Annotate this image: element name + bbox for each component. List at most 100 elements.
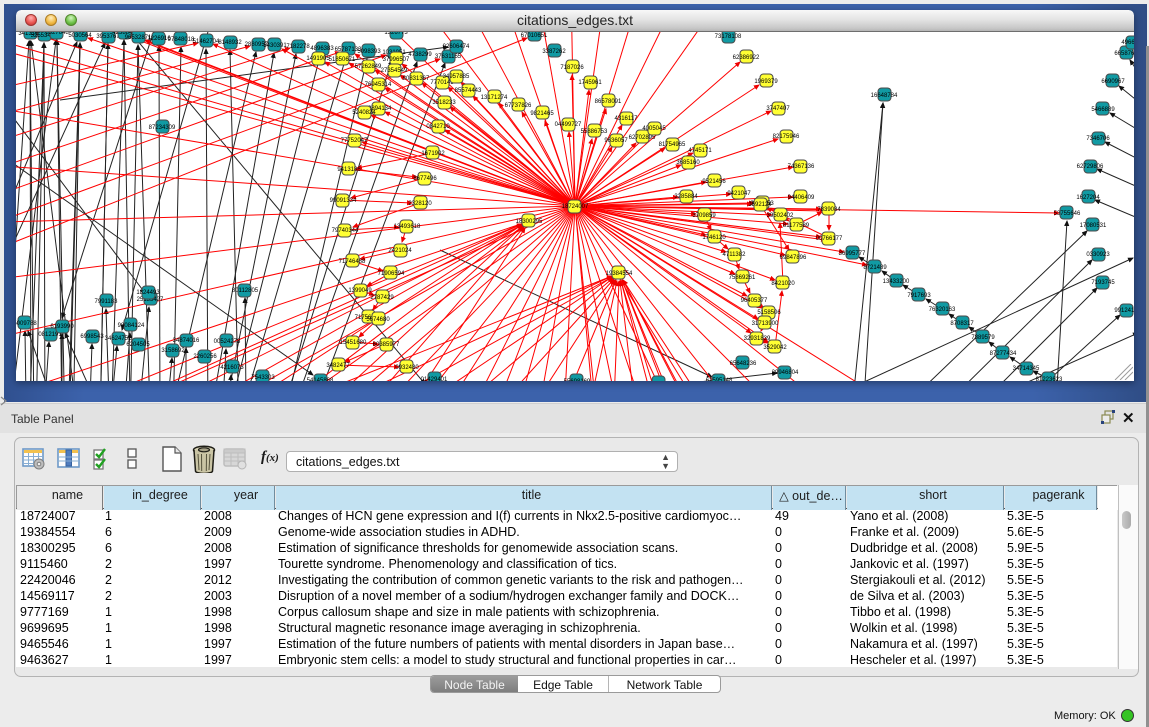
svg-text:62729806: 62729806 <box>1077 164 1104 170</box>
svg-text:62386922: 62386922 <box>733 55 760 61</box>
svg-text:6998543: 6998543 <box>80 334 104 340</box>
svg-text:81177589: 81177589 <box>783 223 810 229</box>
svg-text:71746488: 71746488 <box>339 259 366 265</box>
svg-text:00524278: 00524278 <box>214 339 241 345</box>
svg-text:37996507: 37996507 <box>383 57 410 63</box>
svg-text:4005045: 4005045 <box>642 126 666 132</box>
svg-text:60385977: 60385977 <box>373 342 400 348</box>
svg-text:1592124: 1592124 <box>748 202 772 208</box>
svg-text:7187026: 7187026 <box>560 65 584 71</box>
svg-text:29946804: 29946804 <box>772 370 799 376</box>
svg-text:99091334: 99091334 <box>330 198 357 204</box>
svg-text:0330923: 0330923 <box>1086 252 1110 258</box>
svg-text:96405377: 96405377 <box>741 298 768 304</box>
svg-text:7917693: 7917693 <box>907 293 931 299</box>
svg-text:17080531: 17080531 <box>1080 223 1107 229</box>
svg-text:87277434: 87277434 <box>990 351 1017 357</box>
svg-text:85574443: 85574443 <box>455 88 482 94</box>
svg-text:1491905: 1491905 <box>306 56 330 62</box>
svg-text:69847896: 69847896 <box>780 255 807 261</box>
svg-text:13433200: 13433200 <box>883 279 910 285</box>
svg-text:8327648: 8327648 <box>45 32 69 36</box>
svg-text:1326773: 1326773 <box>384 32 408 36</box>
svg-text:2260256: 2260256 <box>193 354 217 360</box>
svg-text:13171274: 13171274 <box>481 95 508 101</box>
svg-text:4745171: 4745171 <box>688 148 712 154</box>
svg-text:8148932: 8148932 <box>218 40 242 46</box>
svg-text:02606474: 02606474 <box>443 44 470 50</box>
svg-text:5158506: 5158506 <box>757 310 781 316</box>
svg-text:8708317: 8708317 <box>950 321 974 327</box>
svg-text:94406409: 94406409 <box>788 195 815 201</box>
svg-text:5240824: 5240824 <box>352 110 376 116</box>
svg-text:5674680: 5674680 <box>366 317 390 323</box>
svg-text:4896383: 4896383 <box>310 46 334 52</box>
svg-text:18300295: 18300295 <box>516 219 543 225</box>
svg-text:2328120: 2328120 <box>408 201 432 207</box>
svg-text:86578091: 86578091 <box>595 99 622 105</box>
svg-text:80831367: 80831367 <box>403 76 430 82</box>
svg-text:31713900: 31713900 <box>752 321 779 327</box>
svg-text:75869261: 75869261 <box>729 275 756 281</box>
svg-text:9821465: 9821465 <box>530 111 554 117</box>
svg-text:82175946: 82175946 <box>773 134 800 140</box>
svg-text:51462704: 51462704 <box>193 39 220 45</box>
svg-text:3747407: 3747407 <box>766 106 790 112</box>
svg-text:7839084: 7839084 <box>817 207 841 213</box>
svg-text:7543303: 7543303 <box>251 375 275 381</box>
svg-text:61595148: 61595148 <box>706 378 733 381</box>
svg-text:13493618: 13493618 <box>394 224 421 230</box>
svg-text:27354549: 27354549 <box>381 68 408 74</box>
svg-text:9636057: 9636057 <box>604 138 628 144</box>
svg-text:51850671: 51850671 <box>329 57 356 63</box>
svg-text:55698169: 55698169 <box>564 379 591 381</box>
svg-text:6193990: 6193990 <box>50 324 74 330</box>
svg-text:54145868: 54145868 <box>307 378 334 381</box>
svg-text:15451680: 15451680 <box>340 340 367 346</box>
svg-text:00766177: 00766177 <box>816 236 843 242</box>
svg-text:67010651: 67010651 <box>521 33 548 39</box>
svg-text:1745961: 1745961 <box>578 80 602 86</box>
svg-text:81223623: 81223623 <box>1036 377 1063 381</box>
svg-text:7889579: 7889579 <box>971 335 995 341</box>
svg-text:79740344: 79740344 <box>332 228 359 234</box>
svg-text:6690967: 6690967 <box>1101 79 1125 85</box>
svg-text:8677496: 8677496 <box>413 176 437 182</box>
svg-text:81754965: 81754965 <box>659 142 686 148</box>
svg-text:18724007: 18724007 <box>562 204 589 210</box>
svg-text:77752047: 77752047 <box>341 138 368 144</box>
svg-text:36995777: 36995777 <box>839 251 866 257</box>
svg-text:3158692: 3158692 <box>161 348 185 354</box>
svg-text:04499727: 04499727 <box>555 122 582 128</box>
svg-text:62702895: 62702895 <box>629 135 656 141</box>
svg-text:3518233: 3518233 <box>432 100 456 106</box>
svg-text:0932480: 0932480 <box>395 365 419 371</box>
svg-text:5430391: 5430391 <box>263 43 287 49</box>
svg-text:32931839: 32931839 <box>744 336 771 342</box>
svg-text:4738299: 4738299 <box>408 52 432 58</box>
svg-text:4316117: 4316117 <box>615 116 639 122</box>
svg-text:34714345: 34714345 <box>1013 366 1040 372</box>
svg-text:19384554: 19384554 <box>606 271 633 277</box>
svg-text:9413186: 9413186 <box>337 167 361 173</box>
svg-text:76320163: 76320163 <box>929 307 956 313</box>
svg-text:6204505: 6204505 <box>126 342 150 348</box>
svg-text:6658760: 6658760 <box>1114 51 1134 57</box>
svg-text:2787429: 2787429 <box>370 295 394 301</box>
svg-text:7346706: 7346706 <box>1086 136 1110 142</box>
svg-text:65648236: 65648236 <box>730 361 757 367</box>
svg-text:0842710: 0842710 <box>426 124 450 130</box>
svg-text:1627204: 1627204 <box>1076 195 1100 201</box>
svg-text:01429401: 01429401 <box>421 377 448 381</box>
svg-text:53755646: 53755646 <box>1054 211 1081 217</box>
svg-text:1969379: 1969379 <box>754 79 778 85</box>
svg-text:5098393: 5098393 <box>357 49 381 55</box>
svg-text:8421020: 8421020 <box>771 281 795 287</box>
svg-text:39502402: 39502402 <box>767 213 794 219</box>
svg-text:4711382: 4711382 <box>723 252 747 258</box>
svg-text:3685160: 3685160 <box>676 160 700 166</box>
svg-text:67737826: 67737826 <box>505 103 532 109</box>
svg-text:7991183: 7991183 <box>95 299 119 305</box>
svg-text:57262849: 57262849 <box>355 64 382 70</box>
svg-text:1671902: 1671902 <box>421 151 445 157</box>
